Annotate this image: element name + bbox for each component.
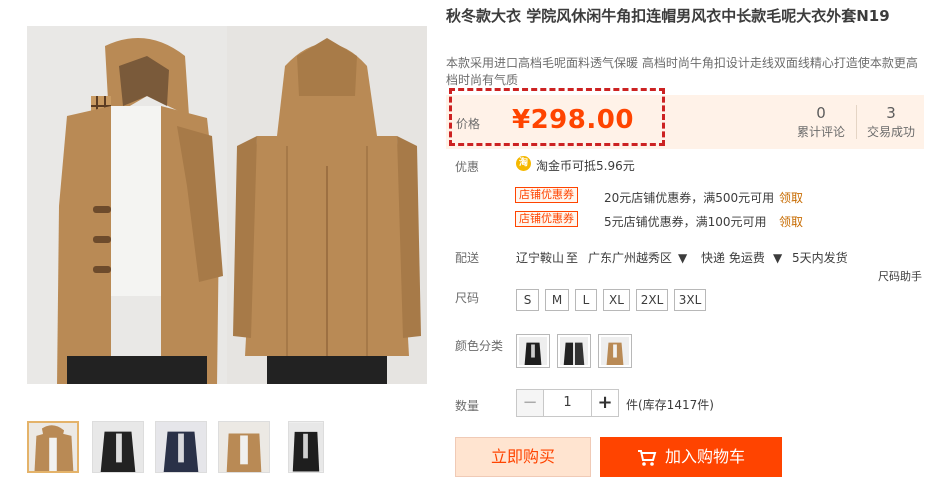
color-option-black-alt[interactable] <box>557 334 591 368</box>
coupon-tag: 店铺优惠券 <box>515 187 578 203</box>
coin-icon: 淘 <box>516 156 531 171</box>
product-subtitle: 本款采用进口高档毛呢面料透气保暖 高档时尚牛角扣设计走线双面线精心打造使本款更高… <box>446 56 918 87</box>
coupon-text: 5元店铺优惠券，满100元可用 <box>604 215 767 229</box>
quantity-label: 数量 <box>455 399 480 413</box>
coupon-claim-link[interactable]: 领取 <box>779 189 803 206</box>
product-title: 秋冬款大衣 学院风休闲牛角扣连帽男风衣中长款毛呢大衣外套N19 <box>446 7 890 25</box>
reviews-count: 0 <box>816 104 826 122</box>
chevron-down-icon[interactable]: ▼ <box>773 251 782 265</box>
reviews-stat[interactable]: 0 累计评论 <box>786 103 856 141</box>
size-option-m[interactable]: M <box>545 289 569 311</box>
shipping-destination[interactable]: 广东广州越秀区 <box>588 249 672 266</box>
promo-label: 优惠 <box>455 160 480 174</box>
color-option-black[interactable] <box>516 334 550 368</box>
price-panel: 价格 ¥298.00 0 累计评论 3 交易成功 <box>446 95 924 149</box>
shipping-from: 辽宁鞍山 <box>516 251 565 265</box>
size-option-s[interactable]: S <box>516 289 539 311</box>
add-to-cart-label: 加入购物车 <box>664 447 745 466</box>
coat-front-photo <box>27 26 227 384</box>
quantity-increase-button[interactable]: + <box>591 389 619 417</box>
thumbnail-navy-coat[interactable] <box>155 421 207 473</box>
reviews-label: 累计评论 <box>796 125 845 139</box>
thumbnail-camel-coat-alt[interactable] <box>218 421 270 473</box>
coin-text: 淘金币可抵5.96元 <box>536 159 635 173</box>
size-label: 尺码 <box>455 291 480 305</box>
price-value: ¥298.00 <box>512 105 634 135</box>
stock-text: 件(库存1417件) <box>626 398 714 412</box>
price-label: 价格 <box>456 117 481 131</box>
thumbnail-black-coat[interactable] <box>92 421 144 473</box>
shipping-method[interactable]: 快递 免运费 <box>701 249 765 266</box>
color-option-camel[interactable] <box>598 334 632 368</box>
size-option-l[interactable]: L <box>575 289 597 311</box>
sales-count: 3 <box>886 104 896 122</box>
coat-back-photo <box>227 26 427 384</box>
coupon-text: 20元店铺优惠券，满500元可用 <box>604 191 775 205</box>
shipping-delivery-time: 5天内发货 <box>792 251 848 265</box>
coupon-tag: 店铺优惠券 <box>515 211 578 227</box>
size-option-3xl[interactable]: 3XL <box>674 289 706 311</box>
size-option-xl[interactable]: XL <box>603 289 630 311</box>
thumbnail-camel-coat[interactable] <box>27 421 79 473</box>
coupon-claim-link[interactable]: 领取 <box>779 213 803 230</box>
cart-icon <box>637 449 657 466</box>
thumbnail-black-coat-side[interactable] <box>288 421 324 473</box>
main-product-image[interactable] <box>27 26 427 384</box>
sales-stat: 3 交易成功 <box>856 103 926 141</box>
buy-now-button[interactable]: 立即购买 <box>455 437 591 477</box>
color-label: 颜色分类 <box>455 339 504 353</box>
quantity-decrease-button[interactable]: − <box>516 389 544 417</box>
shipping-label: 配送 <box>455 251 480 265</box>
chevron-down-icon[interactable]: ▼ <box>678 251 687 265</box>
add-to-cart-button[interactable]: 加入购物车 <box>600 437 782 477</box>
sales-label: 交易成功 <box>866 125 915 139</box>
size-helper-link[interactable]: 尺码助手 <box>878 268 922 284</box>
shipping-to-word: 至 <box>566 251 579 265</box>
quantity-input[interactable]: 1 <box>543 389 592 417</box>
size-option-2xl[interactable]: 2XL <box>636 289 668 311</box>
